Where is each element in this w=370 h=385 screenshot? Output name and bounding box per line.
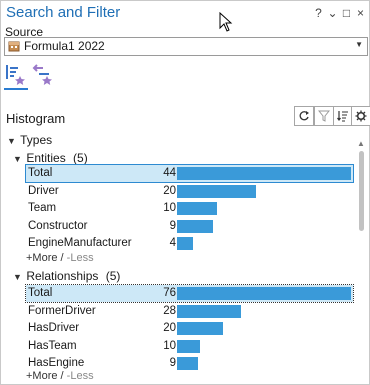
vertical-scrollbar[interactable]: ▲ <box>356 139 367 384</box>
types-node[interactable]: ▼ Types <box>7 133 52 147</box>
entities-label: Entities <box>26 151 66 165</box>
row-label: HasDriver <box>28 322 80 334</box>
close-button[interactable]: × <box>354 5 367 21</box>
more-link[interactable]: +More / <box>26 252 64 264</box>
row-label: HasEngine <box>28 357 85 369</box>
count-bar <box>177 357 198 370</box>
entities-row[interactable]: Constructor 9 <box>26 218 353 235</box>
row-count: 20 <box>163 184 176 197</box>
relationships-row[interactable]: HasTeam 10 <box>26 338 353 355</box>
relationships-label: Relationships <box>26 269 99 283</box>
count-bar <box>177 184 256 198</box>
database-icon <box>8 41 20 52</box>
refresh-icon <box>299 111 309 121</box>
row-count: 76 <box>163 287 176 299</box>
entities-row[interactable]: Driver 20 <box>26 183 353 200</box>
entities-row[interactable]: Total 44 <box>25 164 354 183</box>
less-link[interactable]: -Less <box>64 370 94 382</box>
count-bar <box>177 167 351 180</box>
title-bar: Search and Filter ? ⌄ □ × <box>1 1 369 32</box>
row-label: EngineManufacturer <box>28 237 132 249</box>
histogram-title: Histogram <box>6 111 66 126</box>
sort-icon <box>337 111 348 122</box>
maximize-button[interactable]: □ <box>340 5 353 21</box>
row-label: Total <box>28 287 53 299</box>
entities-node[interactable]: ▼ Entities (5) <box>13 151 88 165</box>
filter-icon <box>318 110 330 122</box>
count-bar <box>177 339 200 353</box>
count-bar <box>177 304 241 318</box>
row-count: 9 <box>169 219 176 232</box>
entities-row[interactable]: EngineManufacturer 4 <box>26 235 353 252</box>
refresh-button[interactable] <box>294 106 314 126</box>
chevron-down-icon: ▼ <box>7 136 16 146</box>
relationship-mode-icon[interactable] <box>31 62 55 88</box>
count-bar <box>177 322 223 335</box>
pane-menu-button[interactable]: ⌄ <box>326 5 339 21</box>
count-bar <box>177 202 217 215</box>
count-bar <box>177 237 193 250</box>
row-count: 4 <box>169 237 176 249</box>
scroll-thumb[interactable] <box>359 151 364 231</box>
source-value: Formula1 2022 <box>24 39 105 53</box>
row-label: Constructor <box>28 219 88 232</box>
row-count: 9 <box>169 357 176 369</box>
less-link[interactable]: -Less <box>64 252 94 264</box>
mouse-cursor-icon <box>219 12 233 32</box>
relationships-node[interactable]: ▼ Relationships (5) <box>13 269 120 283</box>
row-label: HasTeam <box>28 339 77 352</box>
relationships-row[interactable]: HasDriver 20 <box>26 320 353 337</box>
count-bar <box>177 287 351 300</box>
relationships-row[interactable]: FormerDriver 28 <box>26 303 353 320</box>
chevron-down-icon: ▼ <box>13 154 22 164</box>
types-label: Types <box>20 133 53 147</box>
chevron-down-icon: ▼ <box>13 272 22 282</box>
source-dropdown[interactable]: Formula1 2022 ▼ <box>4 37 368 56</box>
row-label: FormerDriver <box>28 304 96 317</box>
chevron-down-icon: ▼ <box>355 40 363 49</box>
mode-tabs <box>4 59 64 93</box>
relationships-row[interactable]: Total 76 <box>25 284 354 303</box>
entities-more-less[interactable]: +More / -Less <box>26 252 94 264</box>
entities-row[interactable]: Team 10 <box>26 200 353 217</box>
row-count: 44 <box>163 167 176 179</box>
pane-title: Search and Filter <box>6 4 121 21</box>
filter-button[interactable] <box>314 106 334 126</box>
more-link[interactable]: +More / <box>26 370 64 382</box>
help-button[interactable]: ? <box>312 5 325 21</box>
relationships-more-less[interactable]: +More / -Less <box>26 370 94 382</box>
row-label: Total <box>28 167 53 179</box>
row-count: 20 <box>163 322 176 334</box>
scroll-up-icon[interactable]: ▲ <box>357 139 365 148</box>
row-label: Team <box>28 202 57 214</box>
row-count: 10 <box>163 202 176 214</box>
row-count: 28 <box>163 304 176 317</box>
search-and-filter-pane: Search and Filter ? ⌄ □ × Source Formula… <box>0 0 370 385</box>
row-count: 10 <box>163 339 176 352</box>
entities-count: (5) <box>73 151 88 165</box>
settings-button[interactable] <box>351 106 370 126</box>
entity-mode-icon[interactable] <box>4 62 28 90</box>
relationships-count: (5) <box>105 269 121 283</box>
histogram-tree: ▼ Types ▼ Entities (5) Total 44 Driver 20 Te… <box>1 129 356 384</box>
settings-icon <box>355 110 367 122</box>
count-bar <box>177 219 213 233</box>
row-label: Driver <box>28 184 59 197</box>
sort-button[interactable] <box>333 106 353 126</box>
